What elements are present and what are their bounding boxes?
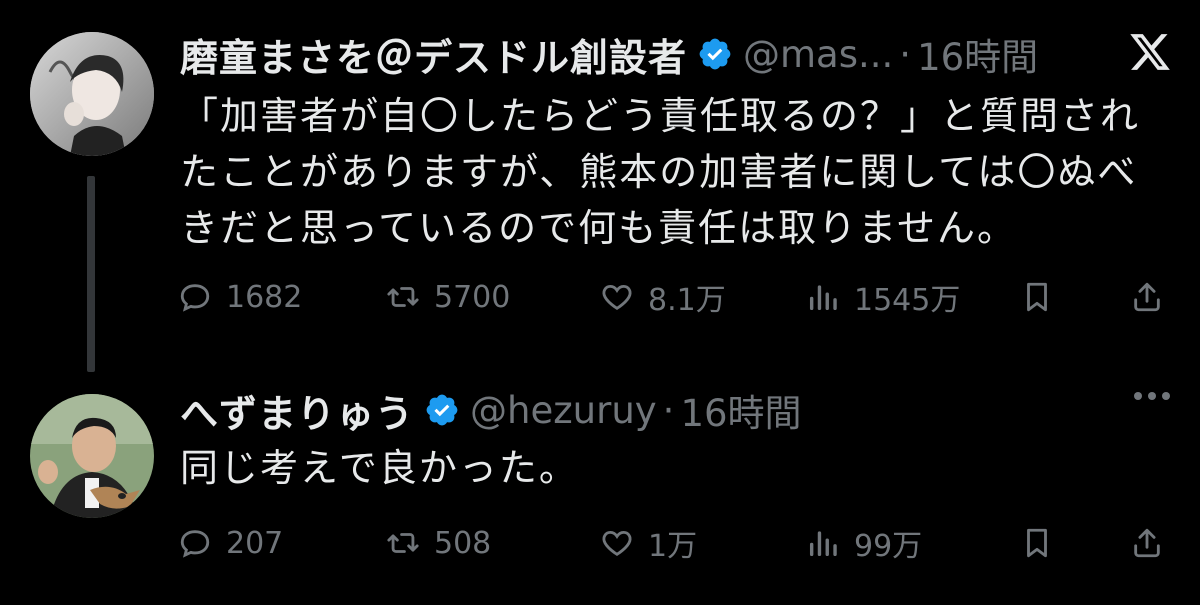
user-handle[interactable]: @mas... [743, 33, 893, 76]
reply-button[interactable]: 1682 [178, 272, 302, 322]
avatar-hezuruy[interactable] [30, 394, 154, 518]
tweet-text: 「加害者が自〇したらどう責任取るの？」と質問され たことがありますが、熊本の加害… [180, 88, 1140, 256]
tweet-text-line: たことがありますが、熊本の加害者に関しては〇ぬべ [180, 150, 1138, 194]
avatar-mas[interactable] [30, 32, 154, 156]
share-icon [1134, 282, 1160, 312]
tweet-header: 磨童まさを＠デスドル創設者 @mas... · 16時間 [180, 26, 1038, 82]
separator-dot: · [899, 32, 912, 76]
like-button[interactable]: 8.1万 [600, 272, 726, 322]
tweet-text-line: 「加害者が自〇したらどう責任取るの？」と質問され [180, 94, 1141, 138]
verified-badge-icon [426, 394, 458, 426]
more-icon[interactable] [1134, 392, 1170, 400]
share-button[interactable] [1130, 518, 1164, 568]
tweet-text-line: きだと思っているので何も責任は取りません。 [180, 206, 1017, 250]
tweet-actions: 1682 5700 8.1万 1545万 [178, 272, 1168, 322]
tweet-header: へずまりゅう @hezuruy · 16時間 [180, 382, 802, 438]
verified-badge-icon [699, 38, 731, 70]
tweet-text: 同じ考えで良かった。 [180, 440, 579, 496]
bookmark-icon [1027, 282, 1047, 312]
user-handle[interactable]: @hezuruy [470, 389, 657, 432]
reply-icon [180, 284, 210, 312]
bookmark-button[interactable] [1020, 518, 1054, 568]
tweet-actions: 207 508 1万 99万 [178, 518, 1168, 568]
heart-icon [602, 284, 632, 310]
views-icon [809, 285, 837, 311]
views-button[interactable]: 99万 [806, 518, 922, 568]
reply-count: 1682 [226, 279, 303, 315]
display-name[interactable]: へずまりゅう [180, 383, 414, 438]
retweet-count: 508 [434, 525, 492, 561]
separator-dot: · [662, 388, 675, 432]
views-button[interactable]: 1545万 [806, 272, 960, 322]
retweet-icon [387, 533, 419, 553]
tweet-1[interactable]: 磨童まさを＠デスドル創設者 @mas... · 16時間 「加害者が自〇したらど… [0, 0, 1200, 372]
retweet-count: 5700 [434, 279, 511, 315]
views-count: 99万 [854, 529, 923, 564]
views-count: 1545万 [854, 283, 961, 318]
bookmark-button[interactable] [1020, 272, 1054, 322]
retweet-button[interactable]: 508 [386, 518, 491, 568]
views-icon [809, 531, 837, 557]
share-icon [1134, 528, 1160, 558]
bookmark-icon [1027, 528, 1047, 558]
reply-count: 207 [226, 525, 284, 561]
retweet-button[interactable]: 5700 [386, 272, 510, 322]
like-count: 1万 [648, 529, 698, 564]
share-button[interactable] [1130, 272, 1164, 322]
display-name[interactable]: 磨童まさを＠デスドル創設者 [180, 27, 687, 82]
like-button[interactable]: 1万 [600, 518, 697, 568]
reply-button[interactable]: 207 [178, 518, 283, 568]
tweet-text-line: 同じ考えで良かった。 [180, 446, 579, 490]
timestamp[interactable]: 16時間 [680, 383, 801, 437]
timestamp[interactable]: 16時間 [917, 27, 1038, 81]
reply-icon [180, 530, 210, 558]
like-count: 8.1万 [648, 283, 726, 318]
retweet-icon [387, 287, 419, 307]
heart-icon [602, 530, 632, 556]
